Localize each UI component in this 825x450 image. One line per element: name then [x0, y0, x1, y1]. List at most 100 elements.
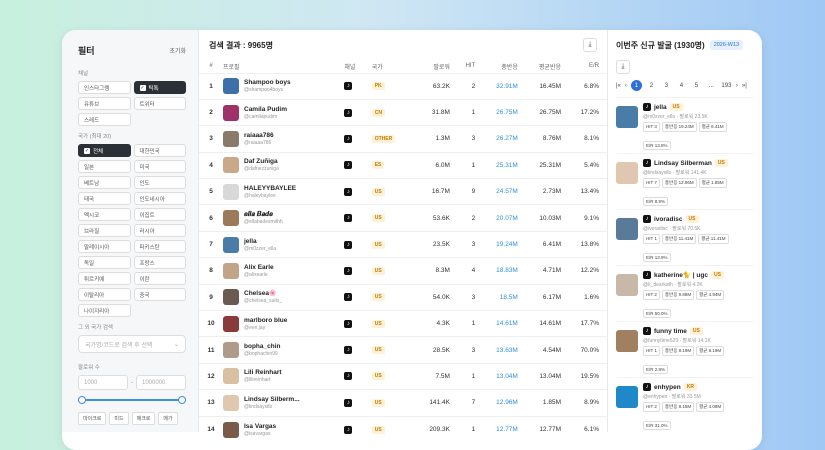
country-chip[interactable]: 대한민국: [133, 144, 186, 157]
table-row[interactable]: 10 marlboro blue @eeri.jay ♪ US 4.3K 1 14.61M 14…: [199, 310, 607, 337]
card-title-row: ♪ katherine🐈 | ugc US: [643, 271, 724, 279]
country-chip[interactable]: 프랑스: [133, 256, 186, 269]
profile[interactable]: Daf Zuñiga @dafnezzuniga: [223, 157, 336, 174]
followers-slider[interactable]: [78, 396, 186, 404]
column-header[interactable]: 팔로워: [417, 60, 458, 73]
page-number[interactable]: 5: [691, 80, 702, 91]
discovery-card[interactable]: ♪ enhypen KR @enhypen · 팔로워 33.5M HIT 2 총반응 8…: [616, 377, 754, 433]
country-badge: US: [371, 240, 385, 249]
profile[interactable]: Alix Earle @alixearle: [223, 262, 336, 279]
table-row[interactable]: 11 bopha_chin @bophachin99 ♪ US 28.5K 3 13.63M 4…: [199, 336, 607, 364]
country-chip[interactable]: 튀르키예: [78, 272, 131, 285]
profile[interactable]: marlboro blue @eeri.jay: [223, 315, 336, 332]
column-header[interactable]: 총반응: [483, 60, 526, 73]
country-chip[interactable]: 나이지리아: [78, 304, 131, 317]
profile[interactable]: Shampoo boys @shampoo4boys: [223, 78, 336, 95]
column-header[interactable]: 채널: [344, 60, 371, 73]
size-tag[interactable]: 메가: [158, 412, 178, 425]
country-chip[interactable]: 브라질: [78, 224, 131, 237]
min-followers-input[interactable]: 1000: [78, 375, 128, 390]
max-followers-input[interactable]: 1000000: [136, 375, 186, 390]
country-chip[interactable]: 독일: [78, 256, 131, 269]
country-chip[interactable]: 이탈리아: [78, 288, 131, 301]
profile[interactable]: Lindsay Silberm... @lindsaysilb: [223, 394, 336, 411]
page-number[interactable]: 4: [676, 80, 687, 91]
platform-chip[interactable]: ✓ 틱톡: [133, 81, 186, 94]
page-number[interactable]: 2: [646, 80, 657, 91]
profile[interactable]: 𝒆𝒍𝒍𝒂 𝑩𝒂𝒅𝒆 @ellabadesmithh: [223, 210, 336, 227]
avatar: [616, 106, 638, 128]
discovery-card[interactable]: ♪ ivoradisc US @ivoradisc · 팔로워 70.5K HIT 1총…: [616, 209, 754, 265]
table-row[interactable]: 14 Isa Vargas @isavargas ♪ US 209.3K 1 12.77M 12…: [199, 415, 607, 443]
table-row[interactable]: 6 𝒆𝒍𝒍𝒂 𝑩𝒂𝒅𝒆 @ellabadesmithh ♪ US 53.6K 2 20.07M…: [199, 204, 607, 232]
table-row[interactable]: 4 Daf Zuñiga @dafnezzuniga ♪ ES 6.0M 1 25.31M 25…: [199, 151, 607, 179]
profile[interactable]: raiaaa786 @raiaaa786: [223, 130, 336, 147]
reset-button[interactable]: 초기화: [169, 46, 186, 55]
table-row[interactable]: 5 HALEYYBAYLEE @haleybaylee ♪ US 16.7M 9 24.57M…: [199, 178, 607, 205]
discovery-card[interactable]: ♪ Lindsay Silberman US @lindsaysilb · 팔로워 1…: [616, 153, 754, 209]
table-row[interactable]: 3 raiaaa786 @raiaaa786 ♪ OTHER 1.3M 3 26.27M 8.7…: [199, 125, 607, 153]
column-header[interactable]: #: [199, 60, 223, 73]
size-tag[interactable]: 매크로: [131, 412, 156, 425]
column-header[interactable]: 국가: [372, 60, 417, 73]
country-chip[interactable]: 러시아: [133, 224, 186, 237]
next-page-icon[interactable]: ›: [736, 83, 738, 89]
platform-chip[interactable]: 인스타그램: [78, 81, 131, 94]
country-chip[interactable]: 베트남: [78, 176, 131, 189]
column-header[interactable]: E/R: [569, 60, 607, 73]
discovery-card[interactable]: ♪ funny time US @funnytime529 · 팔로워 14.1K HI…: [616, 321, 754, 377]
slider-min-handle[interactable]: [78, 396, 86, 404]
discovery-card[interactable]: ♪ katherine🐈 | ugc US @k_dearkath · 팔로워 4.2…: [616, 265, 754, 321]
table-row[interactable]: 12 Lili Reinhart @lilireinhart ♪ US 7.5M 1 13.0…: [199, 362, 607, 390]
country-label: 국가 (최대 20): [78, 134, 112, 140]
country-chip[interactable]: 파키스탄: [133, 240, 186, 253]
page-number[interactable]: 1: [630, 80, 642, 91]
column-header[interactable]: 프로필: [223, 60, 344, 73]
profile[interactable]: HALEYYBAYLEE @haleybaylee: [223, 183, 336, 200]
country-chip[interactable]: 말레이시아: [78, 240, 131, 253]
page-number[interactable]: 193: [721, 80, 732, 91]
page-number[interactable]: 3: [661, 80, 672, 91]
country-chip[interactable]: 이집트: [133, 208, 186, 221]
hit-cell: 2: [457, 72, 484, 100]
profile[interactable]: Chelsea🌸 @chelsea_suits_: [223, 289, 336, 306]
platform-chip[interactable]: 트위터: [133, 97, 186, 110]
table-row[interactable]: 2 Camila Pudim @camilapudim ♪ CN 31.8M 1 26.75M…: [199, 98, 607, 126]
prev-page-icon[interactable]: ‹: [625, 83, 627, 89]
table-row[interactable]: 13 Lindsay Silberm... @lindsaysilb ♪ US 141.4…: [199, 389, 607, 417]
size-tag[interactable]: 마이크로: [78, 412, 107, 425]
profile[interactable]: Camila Pudim @camilapudim: [223, 104, 336, 121]
table-row[interactable]: 9 Chelsea🌸 @chelsea_suits_ ♪ US 54.0K 3 18.5M 6.…: [199, 283, 607, 311]
table-row[interactable]: 1 Shampoo boys @shampoo4boys ♪ PK 63.2K 2 32.91…: [199, 72, 607, 100]
profile[interactable]: Lili Reinhart @lilireinhart: [223, 368, 336, 385]
profile[interactable]: bopha_chin @bophachin99: [223, 342, 336, 359]
column-header[interactable]: 평균반응: [526, 60, 569, 73]
country-search-select[interactable]: 국가명/코드로 검색 후 선택 ⌄: [78, 335, 186, 353]
country-chip[interactable]: 인도네시아: [133, 192, 186, 205]
table-row[interactable]: 7 jella @m0zzer_ella ♪ US 23.5K 3 19.24M 6.41M 13…: [199, 230, 607, 258]
country-chip[interactable]: 일본: [78, 160, 131, 173]
profile-text: Alix Earle @alixearle: [244, 264, 274, 278]
slider-max-handle[interactable]: [178, 396, 186, 404]
country-chip[interactable]: 멕시코: [78, 208, 131, 221]
size-tag[interactable]: 미드: [109, 412, 129, 425]
profile[interactable]: jella @m0zzer_ella: [223, 236, 336, 253]
side-download-icon[interactable]: ⤓: [616, 60, 630, 74]
country-chip[interactable]: 이란: [133, 272, 186, 285]
profile[interactable]: Isa Vargas @isavargas: [223, 421, 336, 438]
table-row[interactable]: 8 Alix Earle @alixearle ♪ US 8.3M 4 18.83M 4.71M…: [199, 257, 607, 285]
last-page-icon[interactable]: »|: [742, 83, 747, 89]
column-header[interactable]: HIT: [458, 60, 483, 73]
country-chip[interactable]: 중국: [133, 288, 186, 301]
platform-chip[interactable]: 스레드: [78, 113, 131, 126]
page-number[interactable]: ...: [706, 80, 717, 91]
card-title-row: ♪ Lindsay Silberman US: [643, 159, 728, 167]
platform-chip[interactable]: 유튜브: [78, 97, 131, 110]
country-chip[interactable]: 인도: [133, 176, 186, 189]
download-icon[interactable]: ⤓: [583, 38, 597, 52]
country-chip[interactable]: 태국: [78, 192, 131, 205]
discovery-card[interactable]: ♪ jella US @m0zzer_ella · 팔로워 23.5K HIT 3 총반응…: [616, 97, 754, 153]
country-chip[interactable]: 미국: [133, 160, 186, 173]
country-chip[interactable]: ✓ 전체: [78, 144, 131, 157]
first-page-icon[interactable]: |«: [616, 83, 621, 89]
